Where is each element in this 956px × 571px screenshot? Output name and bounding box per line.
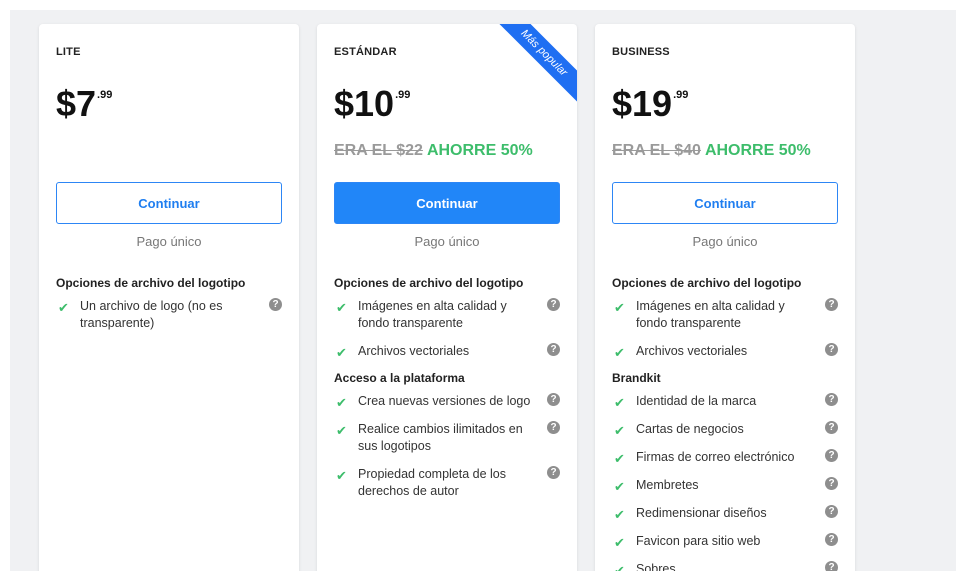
payment-note: Pago único: [136, 234, 202, 249]
help-icon[interactable]: ?: [547, 466, 560, 479]
feature-item: ✔ Imágenes en alta calidad y fondo transp…: [334, 298, 562, 332]
plan-name: BUSINESS: [612, 46, 670, 58]
help-icon[interactable]: ?: [825, 505, 838, 518]
feature-item: ✔ Cartas de negocios?: [612, 421, 840, 438]
help-icon[interactable]: ?: [547, 421, 560, 434]
help-icon[interactable]: ?: [547, 393, 560, 406]
section-title: Acceso a la plataforma: [334, 371, 465, 385]
check-icon: ✔: [58, 300, 69, 315]
section-title: Opciones de archivo del logotipo: [334, 276, 524, 290]
plan-price: $19.99: [612, 83, 689, 124]
check-icon: ✔: [614, 395, 625, 410]
check-icon: ✔: [614, 535, 625, 550]
feature-item: ✔ Firmas de correo electrónico?: [612, 449, 840, 466]
check-icon: ✔: [614, 300, 625, 315]
help-icon[interactable]: ?: [547, 343, 560, 356]
feature-item: ✔ Membretes?: [612, 477, 840, 494]
help-icon[interactable]: ?: [547, 298, 560, 311]
help-icon[interactable]: ?: [825, 533, 838, 546]
feature-item: ✔ Propiedad completa de los derechos de a…: [334, 466, 562, 500]
feature-item: ✔ Sobres?: [612, 561, 840, 571]
most-popular-ribbon: Más popular: [477, 24, 577, 124]
plan-name: ESTÁNDAR: [334, 46, 397, 58]
old-price: ERA EL $40: [612, 142, 701, 159]
feature-item: ✔ Redimensionar diseños?: [612, 505, 840, 522]
help-icon[interactable]: ?: [825, 477, 838, 490]
feature-item: ✔ Archivos vectoriales?: [612, 343, 840, 360]
plan-price: $7.99: [56, 83, 113, 124]
payment-note: Pago único: [692, 234, 758, 249]
feature-list: Opciones de archivo del logotipo ✔ Un arc…: [56, 276, 284, 343]
savings-label: AHORRE 50%: [704, 142, 811, 159]
pricing-stage: LITE $7.99 Continuar Pago único Opciones…: [10, 10, 956, 571]
section-title: Opciones de archivo del logotipo: [56, 276, 246, 290]
promo-line: ERA EL $40 AHORRE 50%: [612, 142, 811, 160]
feature-item: ✔ Archivos vectoriales?: [334, 343, 562, 360]
check-icon: ✔: [336, 300, 347, 315]
continue-button[interactable]: Continuar: [334, 182, 560, 224]
check-icon: ✔: [336, 468, 347, 483]
plan-card-business: BUSINESS $19.99 ERA EL $40 AHORRE 50% Con…: [595, 24, 855, 571]
plan-price: $10.99: [334, 83, 411, 124]
check-icon: ✔: [336, 423, 347, 438]
feature-item: ✔ Imágenes en alta calidad y fondo transp…: [612, 298, 840, 332]
section-title: Opciones de archivo del logotipo: [612, 276, 802, 290]
check-icon: ✔: [614, 423, 625, 438]
help-icon[interactable]: ?: [825, 449, 838, 462]
feature-item: ✔ Favicon para sitio web?: [612, 533, 840, 550]
help-icon[interactable]: ?: [825, 343, 838, 356]
continue-button[interactable]: Continuar: [56, 182, 282, 224]
feature-item: ✔ Crea nuevas versiones de logo?: [334, 393, 562, 410]
feature-item: ✔ Identidad de la marca?: [612, 393, 840, 410]
help-icon[interactable]: ?: [825, 298, 838, 311]
feature-item: ✔ Realice cambios ilimitados en sus logot…: [334, 421, 562, 455]
section-title: Brandkit: [612, 371, 661, 385]
check-icon: ✔: [614, 563, 625, 571]
plan-card-lite: LITE $7.99 Continuar Pago único Opciones…: [39, 24, 299, 571]
check-icon: ✔: [614, 479, 625, 494]
help-icon[interactable]: ?: [269, 298, 282, 311]
check-icon: ✔: [614, 451, 625, 466]
help-icon[interactable]: ?: [825, 393, 838, 406]
continue-button[interactable]: Continuar: [612, 182, 838, 224]
feature-list: Opciones de archivo del logotipo ✔ Imágen…: [334, 276, 562, 511]
check-icon: ✔: [336, 345, 347, 360]
help-icon[interactable]: ?: [825, 561, 838, 571]
check-icon: ✔: [614, 507, 625, 522]
savings-label: AHORRE 50%: [426, 142, 533, 159]
feature-item: ✔ Un archivo de logo (no es transparente)…: [56, 298, 284, 332]
help-icon[interactable]: ?: [825, 421, 838, 434]
promo-line: ERA EL $22 AHORRE 50%: [334, 142, 533, 160]
old-price: ERA EL $22: [334, 142, 423, 159]
plan-name: LITE: [56, 46, 81, 58]
payment-note: Pago único: [414, 234, 480, 249]
check-icon: ✔: [614, 345, 625, 360]
plan-card-standard: Más popular ESTÁNDAR $10.99 ERA EL $22 AH…: [317, 24, 577, 571]
check-icon: ✔: [336, 395, 347, 410]
feature-list: Opciones de archivo del logotipo ✔ Imágen…: [612, 276, 840, 571]
